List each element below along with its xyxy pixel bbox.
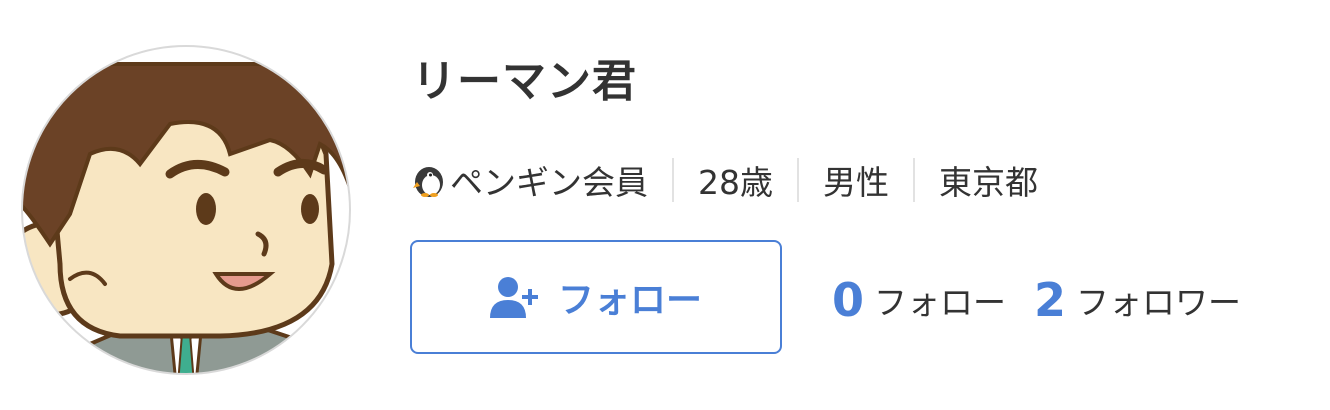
location-item: 東京都 <box>913 158 1038 202</box>
profile-meta: ペンギン会員 28歳 男性 東京都 <box>412 150 1038 210</box>
membership-label: ペンギン会員 <box>450 163 648 202</box>
following-link[interactable]: 0 フォロー <box>832 273 1006 327</box>
following-count: 0 <box>832 273 865 327</box>
gender-label: 男性 <box>823 163 889 202</box>
age-item: 28歳 <box>672 158 773 202</box>
age-label: 28歳 <box>698 163 773 202</box>
followers-label: フォロワー <box>1076 283 1242 322</box>
profile-header: リーマン君 ペンギン会員 28歳 男性 東京都 フォロー 0 フォロー 2 フォ… <box>0 0 1330 410</box>
gender-item: 男性 <box>797 158 889 202</box>
membership-item: ペンギン会員 <box>412 150 648 210</box>
followers-count: 2 <box>1034 273 1067 327</box>
avatar[interactable] <box>20 44 352 376</box>
penguin-icon <box>412 162 446 198</box>
user-plus-icon <box>489 277 538 318</box>
profile-name: リーマン君 <box>412 56 637 107</box>
follow-button-label: フォロー <box>557 280 702 321</box>
follow-button[interactable]: フォロー <box>410 240 782 354</box>
following-label: フォロー <box>874 283 1007 322</box>
location-label: 東京都 <box>939 163 1038 202</box>
followers-link[interactable]: 2 フォロワー <box>1034 273 1241 327</box>
follow-stats: 0 フォロー 2 フォロワー <box>832 260 1241 340</box>
